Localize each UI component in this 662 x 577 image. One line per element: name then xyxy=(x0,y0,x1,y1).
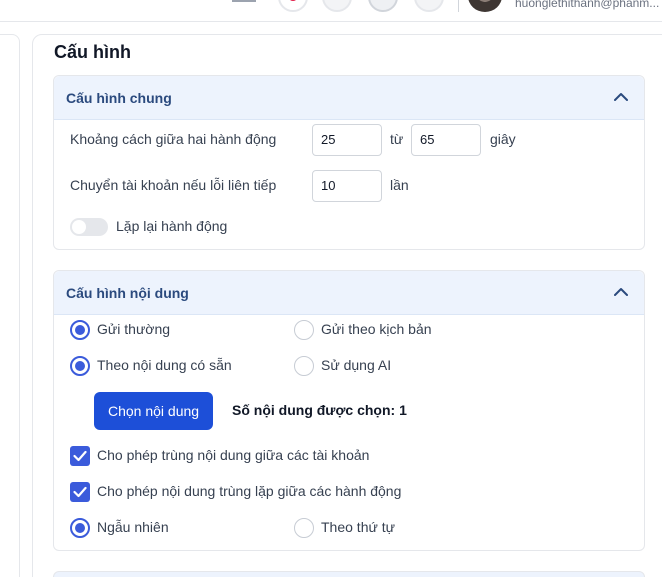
sequential-order-radio[interactable] xyxy=(294,518,314,538)
settings-icon[interactable] xyxy=(368,0,398,12)
delay-label: Khoảng cách giữa hai hành động xyxy=(70,131,277,147)
top-bar: huonglethithanh@phanm... xyxy=(0,0,662,22)
existing-content-radio[interactable] xyxy=(70,356,90,376)
switch-account-input[interactable]: 10 xyxy=(312,170,382,202)
allow-dup-actions-label: Cho phép nội dung trùng lặp giữa các hàn… xyxy=(97,483,402,499)
next-section-header[interactable] xyxy=(53,571,645,577)
chevron-up-icon[interactable] xyxy=(614,287,628,297)
allow-dup-accounts-label: Cho phép trùng nội dung giữa các tài kho… xyxy=(97,447,370,463)
send-normal-label: Gửi thường xyxy=(97,321,171,337)
choose-content-button[interactable]: Chọn nội dung xyxy=(94,392,214,430)
repeat-toggle[interactable] xyxy=(70,218,108,236)
switch-account-unit: lần xyxy=(390,177,409,193)
check-icon xyxy=(73,450,87,462)
delay-max-input[interactable]: 65 xyxy=(411,124,481,156)
help-icon[interactable] xyxy=(322,0,352,12)
menu-line-icon[interactable] xyxy=(232,0,256,2)
send-normal-radio[interactable] xyxy=(70,320,90,340)
selected-count: Số nội dung được chọn: 1 xyxy=(232,402,407,418)
content-config-header[interactable]: Cấu hình nội dung xyxy=(54,271,644,315)
sequential-order-label: Theo thứ tự xyxy=(321,519,395,535)
user-email[interactable]: huonglethithanh@phanm... xyxy=(515,0,659,10)
existing-content-label: Theo nội dung có sẵn xyxy=(97,357,232,373)
header-divider xyxy=(458,0,459,12)
check-icon xyxy=(73,486,87,498)
general-config-title: Cấu hình chung xyxy=(66,90,172,106)
allow-dup-accounts-checkbox[interactable] xyxy=(70,446,90,466)
send-script-radio[interactable] xyxy=(294,320,314,340)
repeat-label: Lặp lại hành động xyxy=(116,218,228,234)
delay-unit-label: giây xyxy=(490,131,516,147)
send-script-label: Gửi theo kịch bản xyxy=(321,321,432,337)
avatar[interactable] xyxy=(468,0,502,12)
general-config-header[interactable]: Cấu hình chung xyxy=(54,76,644,120)
delay-to-label: từ xyxy=(390,131,404,147)
use-ai-radio[interactable] xyxy=(294,356,314,376)
left-panel xyxy=(0,34,20,577)
page-title: Cấu hình xyxy=(52,42,133,63)
notification-icon[interactable] xyxy=(278,0,308,12)
random-order-label: Ngẫu nhiên xyxy=(97,519,169,535)
delay-min-input[interactable]: 25 xyxy=(312,124,382,156)
use-ai-label: Sử dụng AI xyxy=(321,357,392,373)
content-config-title: Cấu hình nội dung xyxy=(66,285,189,301)
chevron-up-icon[interactable] xyxy=(614,92,628,102)
apps-icon[interactable] xyxy=(414,0,444,12)
allow-dup-actions-checkbox[interactable] xyxy=(70,482,90,502)
switch-account-label: Chuyển tài khoản nếu lỗi liên tiếp xyxy=(70,177,277,193)
random-order-radio[interactable] xyxy=(70,518,90,538)
